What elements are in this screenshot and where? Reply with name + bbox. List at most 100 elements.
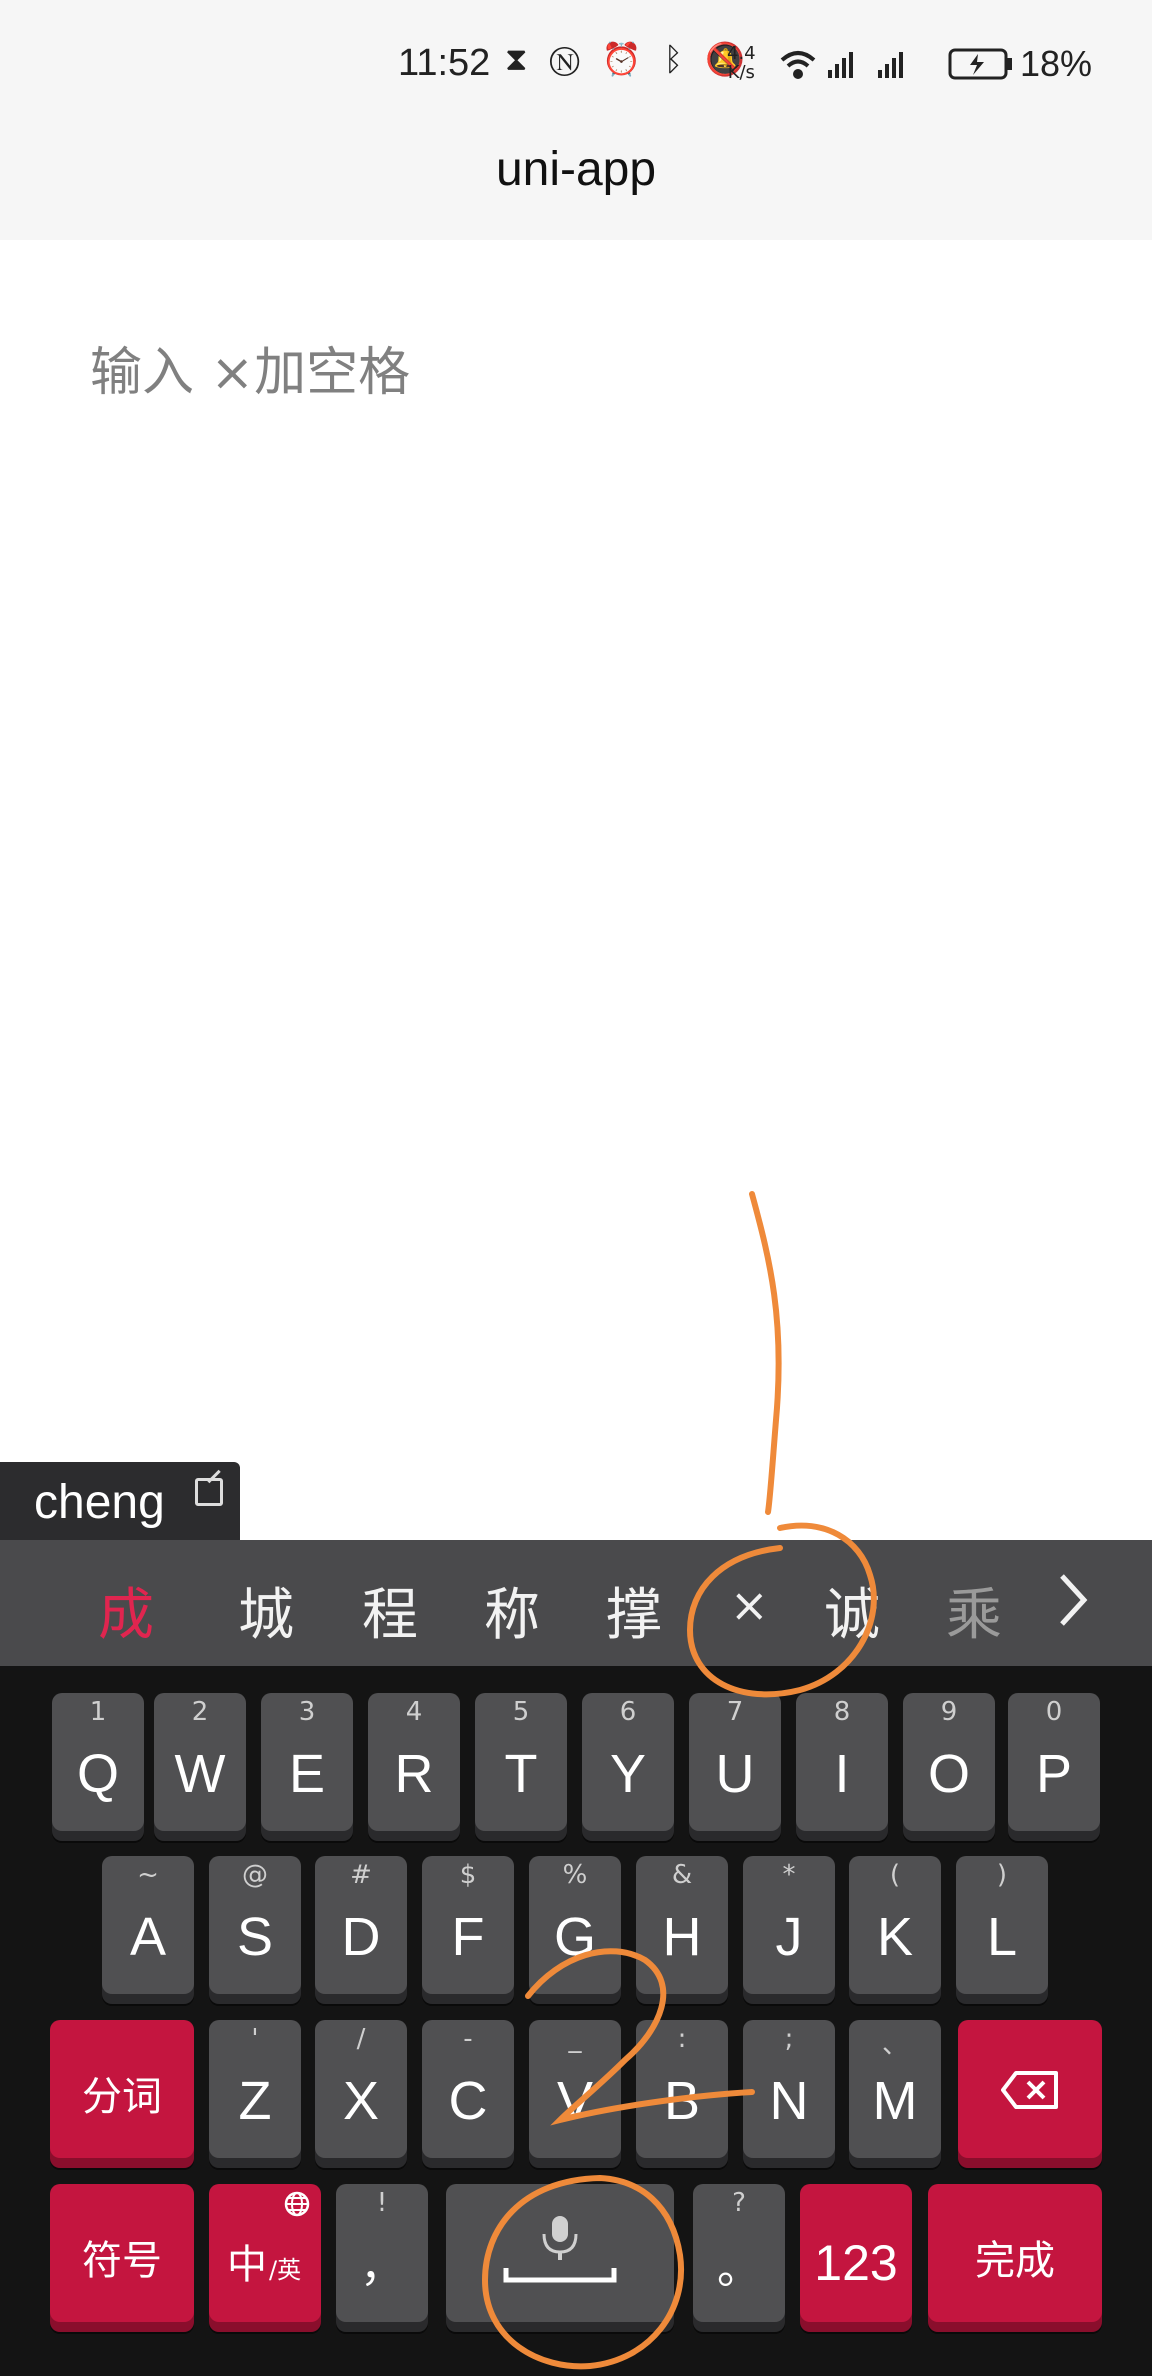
segment-button[interactable]: 分词 (50, 2020, 194, 2158)
edit-icon[interactable] (195, 1478, 223, 1506)
key-b[interactable]: :B (636, 2020, 728, 2158)
symbol-button[interactable]: 符号 (50, 2184, 194, 2322)
key-letter: D (341, 1907, 381, 1967)
key-n[interactable]: ; N (743, 2020, 835, 2158)
key-t[interactable]: 5T (475, 1693, 567, 1831)
key-m[interactable]: 、 M (849, 2020, 941, 2158)
candidate-5[interactable]: 撑 (606, 1570, 662, 1651)
key-alt: 6 (619, 1697, 637, 1727)
key-p[interactable]: 0P (1008, 1693, 1100, 1831)
key-g[interactable]: % G (529, 1856, 621, 1994)
candidate-4[interactable]: 称 (484, 1570, 540, 1651)
numbers-button[interactable]: 123 (800, 2184, 912, 2322)
network-speed-unit: K/s (727, 62, 755, 83)
key-o[interactable]: 9O (903, 1693, 995, 1831)
space-mic-icon (503, 2216, 617, 2283)
key-alt: 7 (726, 1697, 744, 1727)
numbers-label: 123 (814, 2235, 898, 2291)
period-key[interactable]: ?。 (693, 2184, 785, 2322)
key-alt: ! (376, 2188, 388, 2218)
key-s[interactable]: @ S (209, 1856, 301, 1994)
key-letter: G (553, 1907, 596, 1967)
candidate-2[interactable]: 城 (238, 1570, 294, 1651)
signal-wifi-icons (780, 48, 1012, 80)
candidate-7[interactable]: 诚 (824, 1570, 880, 1651)
key-alt: ( (889, 1860, 901, 1890)
signal-5g-icon (828, 52, 853, 78)
network-speed: 4.4 K/s (727, 44, 756, 82)
key-alt: 4 (405, 1697, 423, 1727)
key-q[interactable]: 1Q (52, 1693, 144, 1831)
candidate-1[interactable]: 成 (98, 1570, 154, 1651)
key-c[interactable]: -C (422, 2020, 514, 2158)
key-alt: ) (996, 1860, 1008, 1890)
key-letter: W (174, 1744, 226, 1804)
key-k[interactable]: (K (849, 1856, 941, 1994)
candidate-8[interactable]: 乘 (946, 1570, 1002, 1651)
backspace-button[interactable] (958, 2020, 1102, 2158)
key-x[interactable]: / X (315, 2020, 407, 2158)
key-y[interactable]: 6Y (582, 1693, 674, 1831)
key-letter: P (1035, 1744, 1073, 1804)
key-letter: V (556, 2071, 594, 2131)
space-key[interactable] (446, 2184, 674, 2322)
key-alt: ~ (137, 1860, 159, 1890)
key-f[interactable]: $ F (422, 1856, 514, 1994)
period-label: 。 (717, 2243, 761, 2294)
key-letter: S (236, 1907, 274, 1967)
key-i[interactable]: 8I (796, 1693, 888, 1831)
content-area (0, 240, 1152, 1540)
key-u[interactable]: 7U (689, 1693, 781, 1831)
key-z[interactable]: ' Z (209, 2020, 301, 2158)
key-a[interactable]: ~ A (102, 1856, 194, 1994)
language-switch-button[interactable]: 中 /英 (209, 2184, 321, 2322)
text-input[interactable]: 输入 ×加空格 (90, 330, 410, 405)
key-j[interactable]: * J (743, 1856, 835, 1994)
bluetooth-icon: ᛒ (663, 40, 689, 78)
symbol-label: 符号 (82, 2238, 162, 2284)
comma-key[interactable]: !， (336, 2184, 428, 2322)
key-alt: 9 (940, 1697, 958, 1727)
key-letter: F (451, 1907, 485, 1967)
key-w[interactable]: 2W (154, 1693, 246, 1831)
key-letter: X (342, 2071, 380, 2131)
candidate-6[interactable]: × (730, 1578, 769, 1632)
key-alt: / (356, 2024, 366, 2054)
key-letter: K (876, 1907, 914, 1967)
key-letter: I (834, 1744, 850, 1804)
key-letter: U (715, 1744, 755, 1804)
key-letter: R (394, 1744, 434, 1804)
key-v[interactable]: _ V (529, 2020, 621, 2158)
key-letter: J (775, 1907, 803, 1967)
key-alt: 8 (833, 1697, 851, 1727)
key-letter: A (129, 1907, 167, 1967)
key-e[interactable]: 3E (261, 1693, 353, 1831)
key-alt: * (782, 1860, 796, 1890)
key-alt: _ (568, 2024, 582, 2054)
key-h[interactable]: & H (636, 1856, 728, 1994)
key-alt: @ (242, 1860, 268, 1890)
status-icons: ⧗ Ⓝ ⏰ ᛒ 🔕 (505, 40, 751, 79)
key-alt: ? (732, 2188, 746, 2218)
hourglass-icon: ⧗ (505, 40, 534, 78)
key-alt: 5 (512, 1697, 530, 1727)
key-alt: 3 (298, 1697, 316, 1727)
key-letter: M (872, 2071, 918, 2131)
comma-label: ， (360, 2241, 404, 2292)
key-letter: T (504, 1744, 538, 1804)
chevron-right-icon[interactable] (1052, 1570, 1092, 1630)
candidate-3[interactable]: 程 (362, 1570, 418, 1651)
key-alt: % (562, 1860, 588, 1890)
key-r[interactable]: 4R (368, 1693, 460, 1831)
key-letter: Z (238, 2071, 272, 2131)
key-alt: $ (459, 1860, 477, 1890)
done-button[interactable]: 完成 (928, 2184, 1102, 2322)
segment-label: 分词 (82, 2074, 162, 2120)
battery-percent: 18% (1020, 43, 1093, 84)
alarm-icon: ⏰ (601, 40, 648, 78)
key-letter: O (927, 1744, 970, 1804)
key-d[interactable]: # D (315, 1856, 407, 1994)
key-l[interactable]: ) L (956, 1856, 1048, 1994)
key-alt: ; (784, 2024, 794, 2054)
composition-text: cheng (34, 1476, 165, 1529)
